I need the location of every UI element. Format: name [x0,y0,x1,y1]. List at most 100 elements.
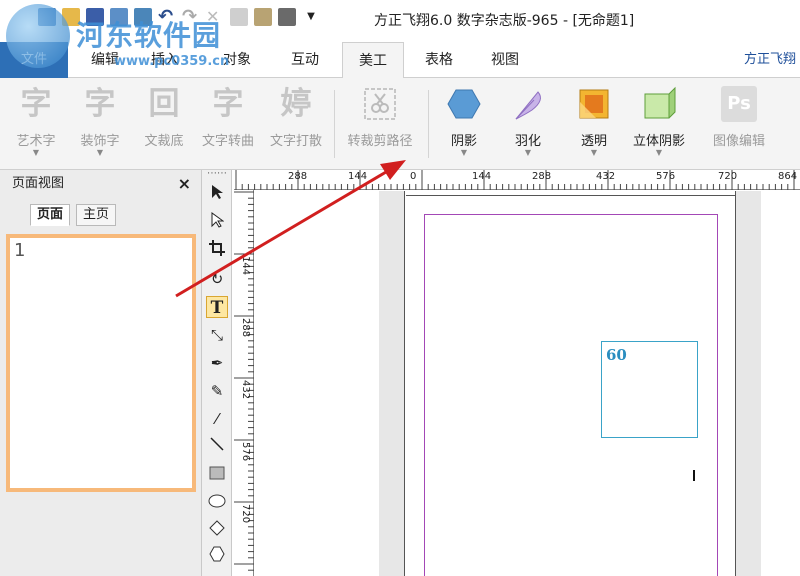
chevron-down-icon: ▼ [460,148,468,157]
3d-shadow-icon [641,86,677,122]
tab-art[interactable]: 美工 [342,42,404,79]
save-icon[interactable] [86,8,104,26]
ruler-label: 864 [778,171,798,182]
tab-file[interactable]: 文件 [0,42,68,78]
text-to-curve-icon: 字 [212,86,244,122]
print-icon[interactable] [110,8,128,26]
chevron-down-icon: ▼ [524,148,532,157]
direct-select-icon[interactable] [206,212,228,234]
ruler-label: 144 [472,171,492,182]
text-tool-icon[interactable]: T [206,296,228,318]
ribbon-separator [334,90,335,158]
panel-header: 页面视图 × [0,170,201,198]
rectangle-icon[interactable] [206,464,228,486]
scissors-icon [362,86,398,122]
feather-label: 羽化 [514,134,541,149]
transparency-button[interactable]: 透明 ▼ [566,86,622,157]
ribbon-panel-art: 字 艺术字 ▼ 字 装饰字 ▼ 回 文裁底 字 文字转曲 婷 文字打散 转裁剪路… [0,78,800,170]
image-edit-button[interactable]: Ps 图像编辑 [704,86,774,149]
pen-icon[interactable]: ✒ [206,352,228,374]
text-base-button[interactable]: 回 文裁底 [136,86,192,149]
diamond-icon[interactable] [206,520,228,542]
page-thumbnail[interactable]: 1 [10,238,192,488]
open-folder-icon[interactable] [62,8,80,26]
preview-icon[interactable] [134,8,152,26]
ruler-label: 432 [596,171,616,182]
redo-icon[interactable]: ↷ [182,8,200,26]
text-cursor-icon [693,470,695,481]
rotate-icon[interactable]: ↻ [206,268,228,290]
text-base-icon: 回 [148,86,180,122]
close-icon[interactable]: × [178,170,191,198]
decor-text-label: 装饰字 [80,134,120,149]
tool-strip: ⋯⋯ ↻ T ⤡ ✒ ✎ ⁄ [202,168,232,576]
to-clip-path-label: 转裁剪路径 [347,134,413,149]
chevron-down-icon: ▼ [32,148,40,157]
text-path-icon[interactable]: ⤡ [206,324,228,346]
tab-edit[interactable]: 编辑 [80,42,130,78]
document-canvas[interactable]: 60 [255,191,800,576]
ruler-label: 720 [718,171,738,182]
3d-shadow-button[interactable]: 立体阴影 ▼ [626,86,692,157]
decor-text-button[interactable]: 字 装饰字 ▼ [72,86,128,157]
title-bar: ↶ ↷ ✕ ▼ 方正飞翔6.0 数字杂志版-965 - [无命题1] [0,0,800,42]
shadow-button[interactable]: 阴影 ▼ [436,86,492,157]
vertical-ruler[interactable]: 144 288 432 576 720 [234,190,254,576]
tab-table[interactable]: 表格 [414,42,464,78]
undo-icon[interactable]: ↶ [158,8,176,26]
chevron-down-icon: ▼ [590,148,598,157]
page-number: 1 [14,240,26,261]
tool-grip-icon: ⋯⋯ [207,168,227,179]
page-thumbnail-selected[interactable]: 1 [6,234,196,492]
pasteboard-left [379,191,405,576]
image-edit-label: 图像编辑 [712,134,765,149]
copy-icon[interactable] [230,8,248,26]
ruler-label: 144 [348,171,368,182]
window-title: 方正飞翔6.0 数字杂志版-965 - [无命题1] [374,13,635,29]
polygon-icon[interactable] [206,546,228,568]
text-break-label: 文字打散 [269,134,322,149]
transparency-label: 透明 [580,134,607,149]
crop-icon[interactable] [206,240,228,262]
quick-access-toolbar: ↶ ↷ ✕ ▼ [38,8,320,26]
shadow-label: 阴影 [450,134,477,149]
text-break-button[interactable]: 婷 文字打散 [264,86,328,149]
publish-icon[interactable] [278,8,296,26]
paste-icon[interactable] [254,8,272,26]
ruler-label: 576 [240,442,251,462]
eyedropper-icon[interactable]: ⁄ [206,408,228,430]
tab-insert[interactable]: 插入 [140,42,190,78]
new-doc-icon[interactable] [38,8,56,26]
ellipse-icon[interactable] [206,492,228,514]
tab-master-pages[interactable]: 主页 [76,204,117,226]
art-text-button[interactable]: 字 艺术字 ▼ [8,86,64,157]
document-page[interactable]: 60 [406,195,735,576]
text-frame[interactable]: 60 [601,341,698,438]
text-base-label: 文裁底 [144,134,184,149]
text-to-curve-button[interactable]: 字 文字转曲 [196,86,260,149]
ribbon-tab-row: 文件 编辑 插入 对象 互动 美工 表格 视图 方正飞翔 [0,42,800,79]
line-icon[interactable] [206,436,228,458]
ruler-label: 288 [288,171,308,182]
ruler-label: 144 [240,256,251,276]
photoshop-icon: Ps [721,86,757,122]
pen-add-icon[interactable]: ✎ [206,380,228,402]
ruler-label: 576 [656,171,676,182]
tab-interactive[interactable]: 互动 [280,42,330,78]
tab-pages[interactable]: 页面 [30,204,71,226]
to-clip-path-button[interactable]: 转裁剪路径 [340,86,420,149]
tab-object[interactable]: 对象 [212,42,262,78]
pasteboard-right [735,191,761,576]
customize-dropdown-icon[interactable]: ▼ [302,8,320,26]
brand-label: 方正飞翔 [743,52,796,67]
select-arrow-icon[interactable] [206,184,228,206]
decor-text-icon: 字 [84,86,116,122]
cut-icon[interactable]: ✕ [206,8,224,26]
feather-button[interactable]: 羽化 ▼ [500,86,556,157]
panel-title: 页面视图 [12,176,65,191]
transparency-icon [576,86,612,122]
ribbon-separator [428,90,429,158]
horizontal-ruler[interactable]: 288 144 0 144 288 432 576 720 864 [234,170,800,190]
tab-view[interactable]: 视图 [480,42,530,78]
feather-icon [510,86,546,122]
